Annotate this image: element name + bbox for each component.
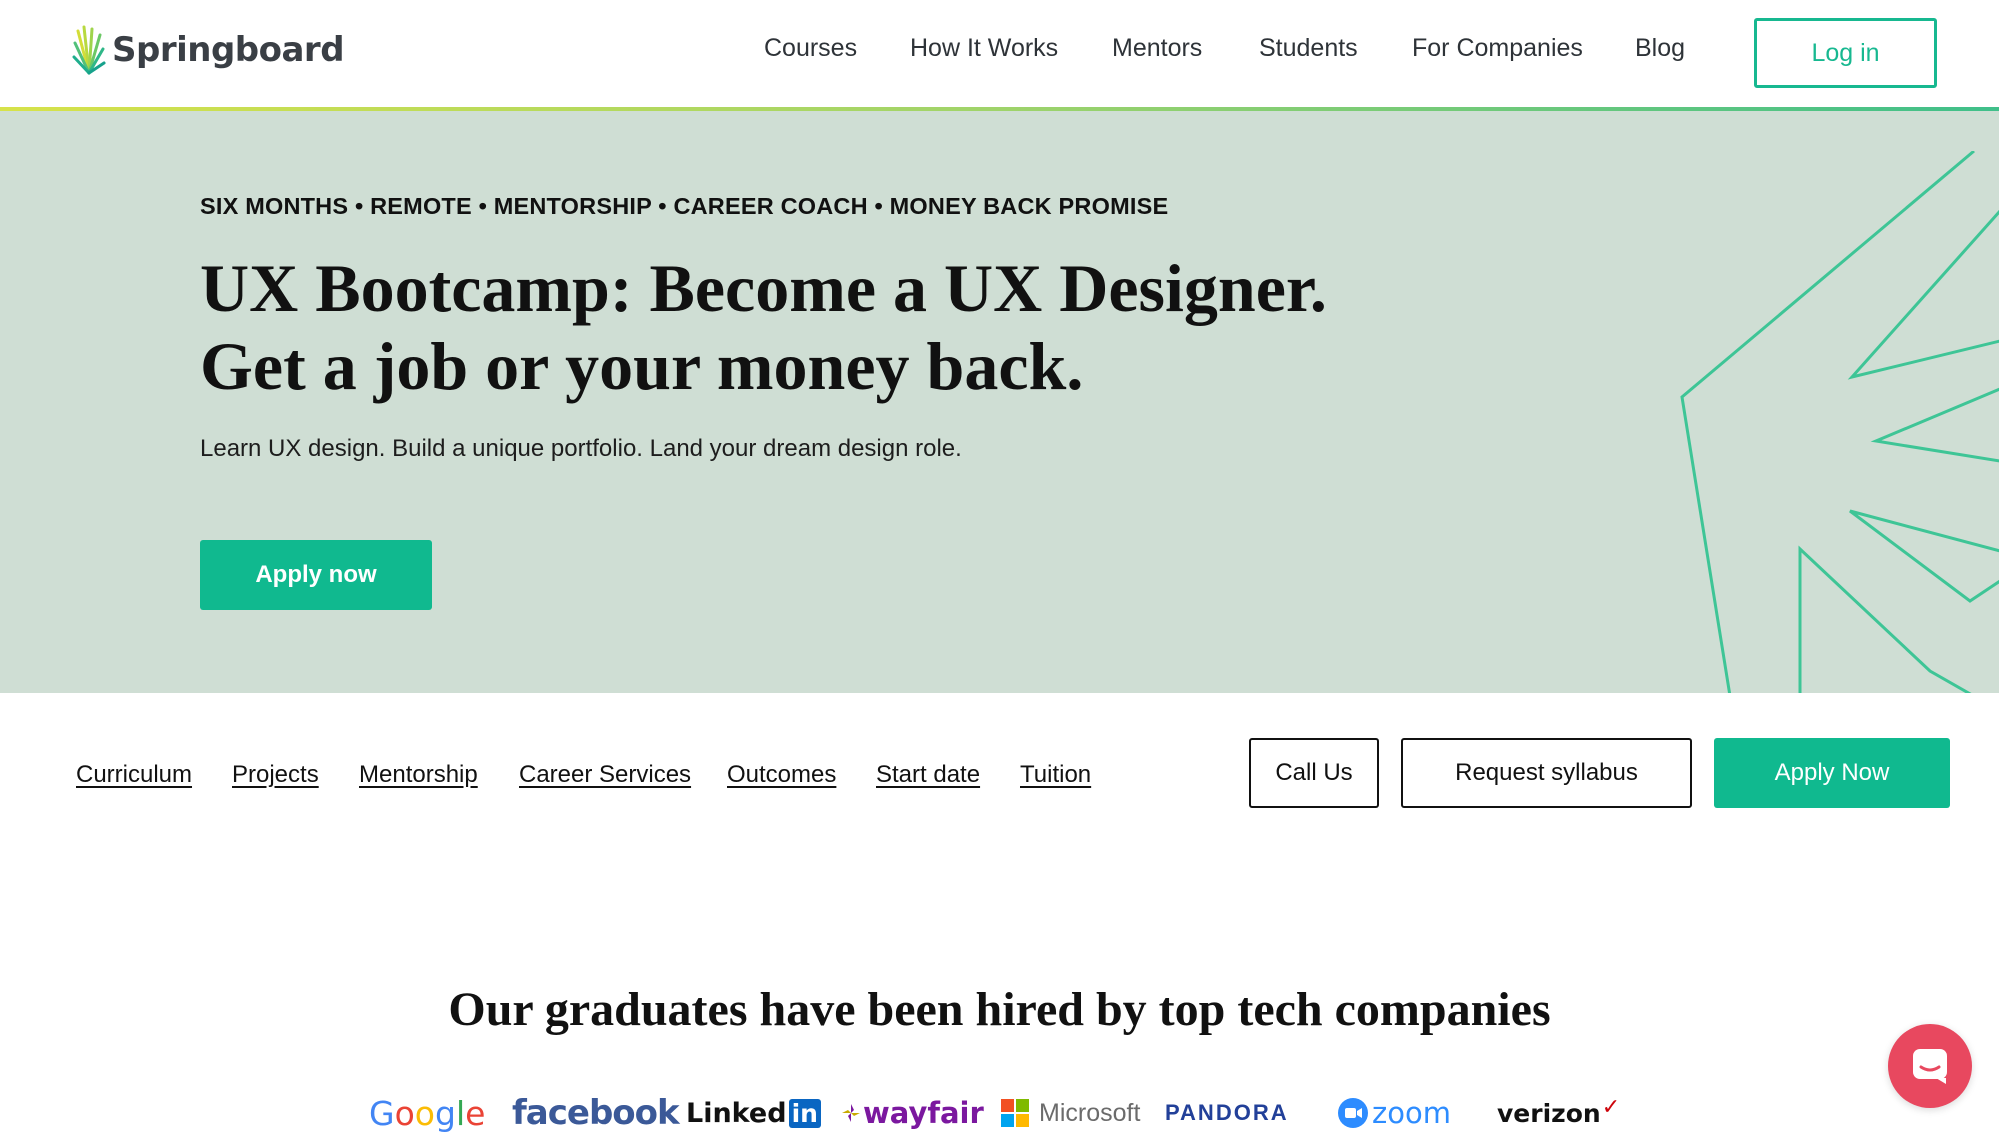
call-us-button[interactable]: Call Us bbox=[1249, 738, 1379, 808]
subnav-start-date[interactable]: Start date bbox=[876, 761, 980, 789]
apply-now-button[interactable]: Apply now bbox=[200, 540, 432, 610]
linkedin-wordmark: Linked bbox=[686, 1097, 787, 1129]
hero-section: SIX MONTHS • REMOTE • MENTORSHIP • CAREE… bbox=[0, 111, 1999, 693]
wayfair-wordmark: wayfair bbox=[863, 1096, 984, 1130]
hero-title-line-2: Get a job or your money back. bbox=[200, 328, 1084, 404]
subnav-projects[interactable]: Projects bbox=[232, 761, 319, 789]
zoom-logo: zoom bbox=[1338, 1090, 1451, 1136]
subnav-tuition[interactable]: Tuition bbox=[1020, 761, 1091, 789]
request-syllabus-button[interactable]: Request syllabus bbox=[1401, 738, 1692, 808]
verizon-check-icon: ✓ bbox=[1601, 1094, 1621, 1120]
facebook-logo: facebook bbox=[512, 1090, 680, 1136]
hero-eyebrow: SIX MONTHS • REMOTE • MENTORSHIP • CAREE… bbox=[200, 193, 1169, 219]
chat-bubble-icon bbox=[1913, 1049, 1947, 1084]
apply-now-secondary-button[interactable]: Apply Now bbox=[1714, 738, 1950, 808]
linkedin-in-badge: in bbox=[788, 1098, 821, 1128]
companies-heading: Our graduates have been hired by top tec… bbox=[448, 983, 1551, 1036]
nav-blog[interactable]: Blog bbox=[1635, 34, 1685, 63]
subnav-curriculum[interactable]: Curriculum bbox=[76, 761, 192, 789]
nav-students[interactable]: Students bbox=[1259, 34, 1358, 63]
chat-launcher-button[interactable] bbox=[1888, 1024, 1972, 1108]
wayfair-pinwheel-icon bbox=[842, 1104, 860, 1122]
subnav-outcomes[interactable]: Outcomes bbox=[727, 761, 836, 789]
top-navigation: Springboard Courses How It Works Mentors… bbox=[0, 0, 1999, 108]
main-nav: Courses How It Works Mentors Students Fo… bbox=[0, 34, 1999, 70]
nav-courses[interactable]: Courses bbox=[764, 34, 857, 63]
hero-title-line-1: UX Bootcamp: Become a UX Designer. bbox=[200, 250, 1327, 326]
hero-subtitle: Learn UX design. Build a unique portfoli… bbox=[200, 435, 962, 462]
facebook-wordmark: facebook bbox=[512, 1093, 680, 1133]
zoom-wordmark: zoom bbox=[1372, 1096, 1451, 1130]
microsoft-squares-icon bbox=[1001, 1099, 1029, 1127]
nav-mentors[interactable]: Mentors bbox=[1112, 34, 1202, 63]
nav-how-it-works[interactable]: How It Works bbox=[910, 34, 1058, 63]
hero-title: UX Bootcamp: Become a UX Designer. Get a… bbox=[200, 249, 1327, 405]
microsoft-logo: Microsoft bbox=[1001, 1090, 1140, 1136]
linkedin-logo: Linked in bbox=[686, 1090, 821, 1136]
microsoft-wordmark: Microsoft bbox=[1039, 1098, 1141, 1127]
nav-for-companies[interactable]: For Companies bbox=[1412, 34, 1583, 63]
google-logo: Google bbox=[369, 1090, 485, 1136]
pandora-wordmark: PANDORA bbox=[1165, 1100, 1289, 1125]
wayfair-logo: wayfair bbox=[842, 1090, 984, 1136]
subnav-career-services[interactable]: Career Services bbox=[519, 761, 691, 789]
google-wordmark: Google bbox=[369, 1093, 486, 1133]
subnav-mentorship[interactable]: Mentorship bbox=[359, 761, 478, 789]
login-button[interactable]: Log in bbox=[1754, 18, 1937, 88]
decorative-star-outline bbox=[1680, 151, 1999, 693]
verizon-logo: verizon ✓ bbox=[1497, 1090, 1620, 1136]
company-logos: Google facebook Linked in wayfair Microso… bbox=[0, 1090, 1999, 1136]
zoom-camera-icon bbox=[1338, 1098, 1368, 1128]
pandora-logo: PANDORA bbox=[1165, 1090, 1289, 1136]
verizon-wordmark: verizon bbox=[1497, 1098, 1601, 1128]
